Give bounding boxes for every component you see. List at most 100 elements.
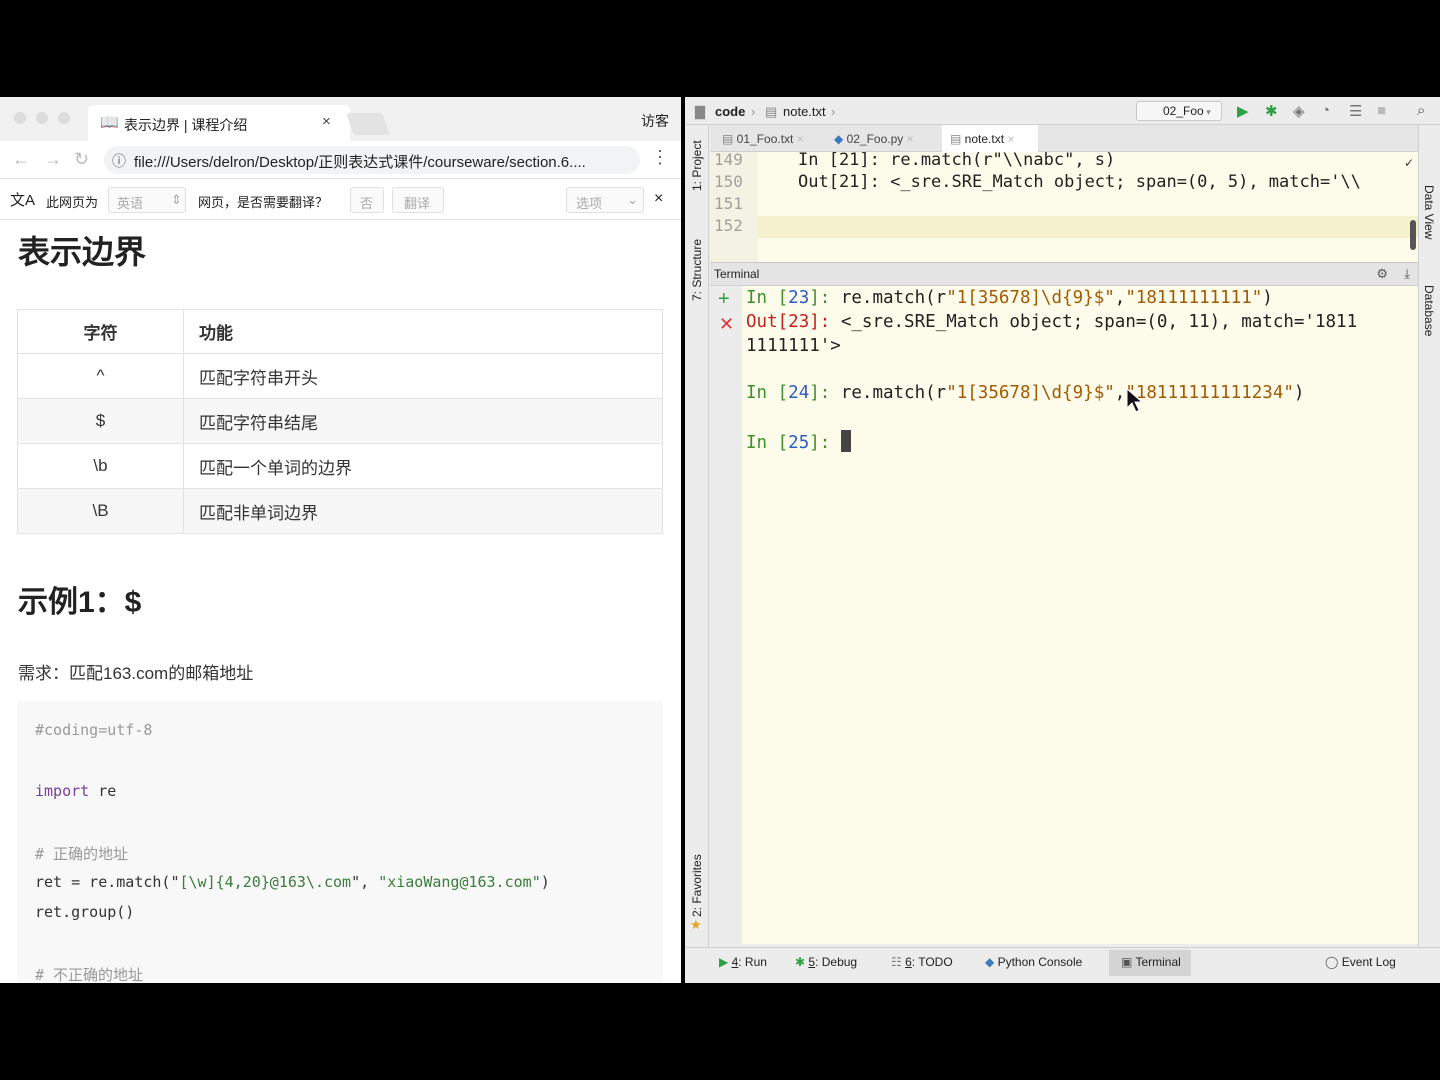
tab-note-txt[interactable]: ▤ note.txt ×: [942, 125, 1038, 152]
translate-button[interactable]: 翻译: [392, 187, 444, 213]
language-select[interactable]: 英语 ⇕: [108, 187, 186, 213]
translate-options-select[interactable]: 选项 ⌄: [566, 187, 644, 213]
code-email-string: "xiaoWang@163.com": [378, 873, 541, 891]
prompt-in: In [: [746, 383, 789, 403]
prompt-number: 23: [788, 288, 810, 308]
tab-01-foo-txt[interactable]: ▤ 01_Foo.txt ×: [722, 125, 822, 152]
debug-icon[interactable]: ✱: [1265, 102, 1278, 120]
no-translate-button[interactable]: 否: [350, 187, 384, 213]
translate-icon: 文A: [10, 192, 36, 209]
browser-tab-active[interactable]: 📖 表示边界 | 课程介绍 ×: [88, 105, 350, 141]
add-session-icon[interactable]: +: [718, 288, 730, 311]
guest-profile-label[interactable]: 访客: [641, 111, 669, 131]
line-number: 151: [714, 194, 743, 213]
terminal-line-out23-cont: 1111111'>: [746, 336, 841, 356]
terminal-tool-button[interactable]: ▣ Terminal: [1121, 955, 1181, 969]
gear-icon[interactable]: ⚙: [1376, 266, 1388, 282]
close-session-icon[interactable]: ✕: [719, 314, 734, 335]
folder-icon: ▇: [695, 104, 705, 119]
address-text[interactable]: file:///Users/delron/Desktop/正则表达式课件/cou…: [134, 151, 634, 172]
code-keyword-import: import: [35, 782, 90, 800]
tab-close-icon[interactable]: ×: [1004, 132, 1014, 146]
code-comment-correct: # 正确的地址: [35, 845, 129, 863]
table-header-row: 字符 功能: [17, 309, 663, 354]
code-string: "1[35678]\d{9}$": [946, 288, 1115, 308]
chevron-down-icon: ⌄: [627, 192, 638, 207]
terminal-output[interactable]: In [23]: re.match(r"1[35678]\d{9}$","181…: [742, 286, 1418, 944]
window-close-dot[interactable]: [14, 112, 26, 124]
tab-close-icon[interactable]: ×: [322, 113, 331, 130]
new-tab-button[interactable]: [345, 113, 391, 135]
event-log-icon: ◯: [1325, 955, 1342, 969]
requirement-text: 需求：匹配163.com的邮箱地址: [18, 664, 254, 683]
options-label: 选项: [576, 196, 603, 211]
structure-tool-button[interactable]: 7: Structure: [690, 239, 704, 301]
code-block: #coding=utf-8 import re # 正确的地址 ret = re…: [17, 701, 663, 983]
run-icon[interactable]: ▶: [1237, 102, 1249, 120]
table-cell: 匹配一个单词的边界: [183, 443, 663, 489]
forward-arrow-icon[interactable]: →: [44, 149, 62, 170]
code-module: re: [89, 782, 117, 800]
terminal-cursor: [840, 430, 851, 452]
table-cell: 匹配字符串结尾: [183, 398, 663, 444]
project-tool-button[interactable]: 1: Project: [690, 140, 704, 191]
terminal-title: Terminal: [714, 267, 760, 281]
favorites-tool-button[interactable]: 2: Favorites: [690, 854, 704, 917]
browser-menu-icon[interactable]: ⋮: [651, 147, 669, 168]
python-console-tool-button[interactable]: ◆ Python Console: [985, 955, 1082, 969]
window-minimize-dot[interactable]: [36, 112, 48, 124]
debug-icon: ✱: [795, 955, 809, 969]
code-paren: ): [1262, 288, 1273, 308]
tool-label: : Run: [738, 955, 767, 969]
info-icon[interactable]: ⓘ: [112, 151, 126, 171]
data-view-tool-button[interactable]: Data View: [1422, 185, 1436, 239]
breadcrumb-code[interactable]: code: [715, 104, 745, 119]
window-zoom-dot[interactable]: [58, 112, 70, 124]
run-config-select[interactable]: 02_Foo ▾: [1136, 101, 1222, 121]
hide-panel-icon[interactable]: ⤓: [1404, 266, 1410, 282]
coverage-icon[interactable]: ◈: [1293, 102, 1305, 120]
language-select-value: 英语: [117, 196, 144, 211]
page-title: 表示边界: [18, 234, 147, 270]
code-comment-incorrect: # 不正确的地址: [35, 966, 144, 983]
close-translate-icon[interactable]: ×: [654, 190, 663, 208]
editor-scrollbar[interactable]: [1410, 220, 1416, 250]
run-tool-button[interactable]: ▶ 4: Run: [719, 955, 767, 969]
run-config-label: 02_Foo: [1163, 104, 1204, 118]
boundary-table: 字符 功能 ^ 匹配字符串开头 $ 匹配字符串结尾 \b 匹配一个单词的边界 \…: [17, 309, 663, 534]
todo-tool-button[interactable]: ☷ 6: TODO: [891, 955, 953, 969]
address-bar[interactable]: ⓘ file:///Users/delron/Desktop/正则表达式课件/c…: [104, 146, 640, 174]
breadcrumb-separator: ›: [751, 104, 756, 119]
select-arrows-icon: ⇕: [171, 192, 182, 207]
stop-icon[interactable]: ■: [1377, 102, 1386, 119]
code-string: "18111111111": [1125, 288, 1263, 308]
code-comma: ,: [1114, 288, 1126, 308]
table-cell: 匹配字符串开头: [183, 353, 663, 399]
debug-tool-button[interactable]: ✱ 5: Debug: [795, 955, 857, 969]
event-log-button[interactable]: ◯ Event Log: [1325, 955, 1396, 969]
tab-close-icon[interactable]: ×: [793, 132, 804, 146]
profile-icon[interactable]: ◔: [1321, 102, 1330, 119]
editor-line: Out[21]: <_sre.SRE_Match object; span=(0…: [798, 172, 1361, 192]
tab-02-foo-py[interactable]: ◆ 02_Foo.py ×: [834, 125, 938, 152]
database-tool-button[interactable]: Database: [1422, 285, 1436, 336]
concurrency-icon[interactable]: ☰: [1349, 102, 1362, 120]
output-text: <_sre.SRE_Match object; span=(0, 11), ma…: [840, 312, 1358, 332]
browser-window: 📖 表示边界 | 课程介绍 × 访客 ← → ↻ ⓘ file:///Users…: [0, 97, 681, 983]
tab-close-icon[interactable]: ×: [903, 132, 914, 146]
table-cell: \B: [17, 488, 184, 534]
table-row: \B 匹配非单词边界: [17, 488, 663, 534]
code-pattern-string: [\w]{4,20}@163\.com: [179, 873, 352, 891]
table-cell: \b: [17, 443, 184, 489]
breadcrumb-note[interactable]: note.txt: [783, 104, 826, 119]
python-file-icon: ◆: [834, 132, 847, 146]
editor-area[interactable]: 149 In [21]: re.match(r"\\nabc", s) 150 …: [710, 152, 1418, 262]
translate-button-label: 翻译: [404, 196, 431, 211]
current-line-highlight: [710, 216, 1418, 238]
reload-icon[interactable]: ↻: [74, 149, 89, 170]
back-arrow-icon[interactable]: ←: [12, 149, 30, 170]
prompt-number: 25: [788, 433, 810, 453]
code-string: "1[35678]\d{9}$": [946, 383, 1115, 403]
tool-label: : TODO: [911, 955, 953, 969]
search-everywhere-icon[interactable]: ⌕: [1417, 102, 1425, 119]
